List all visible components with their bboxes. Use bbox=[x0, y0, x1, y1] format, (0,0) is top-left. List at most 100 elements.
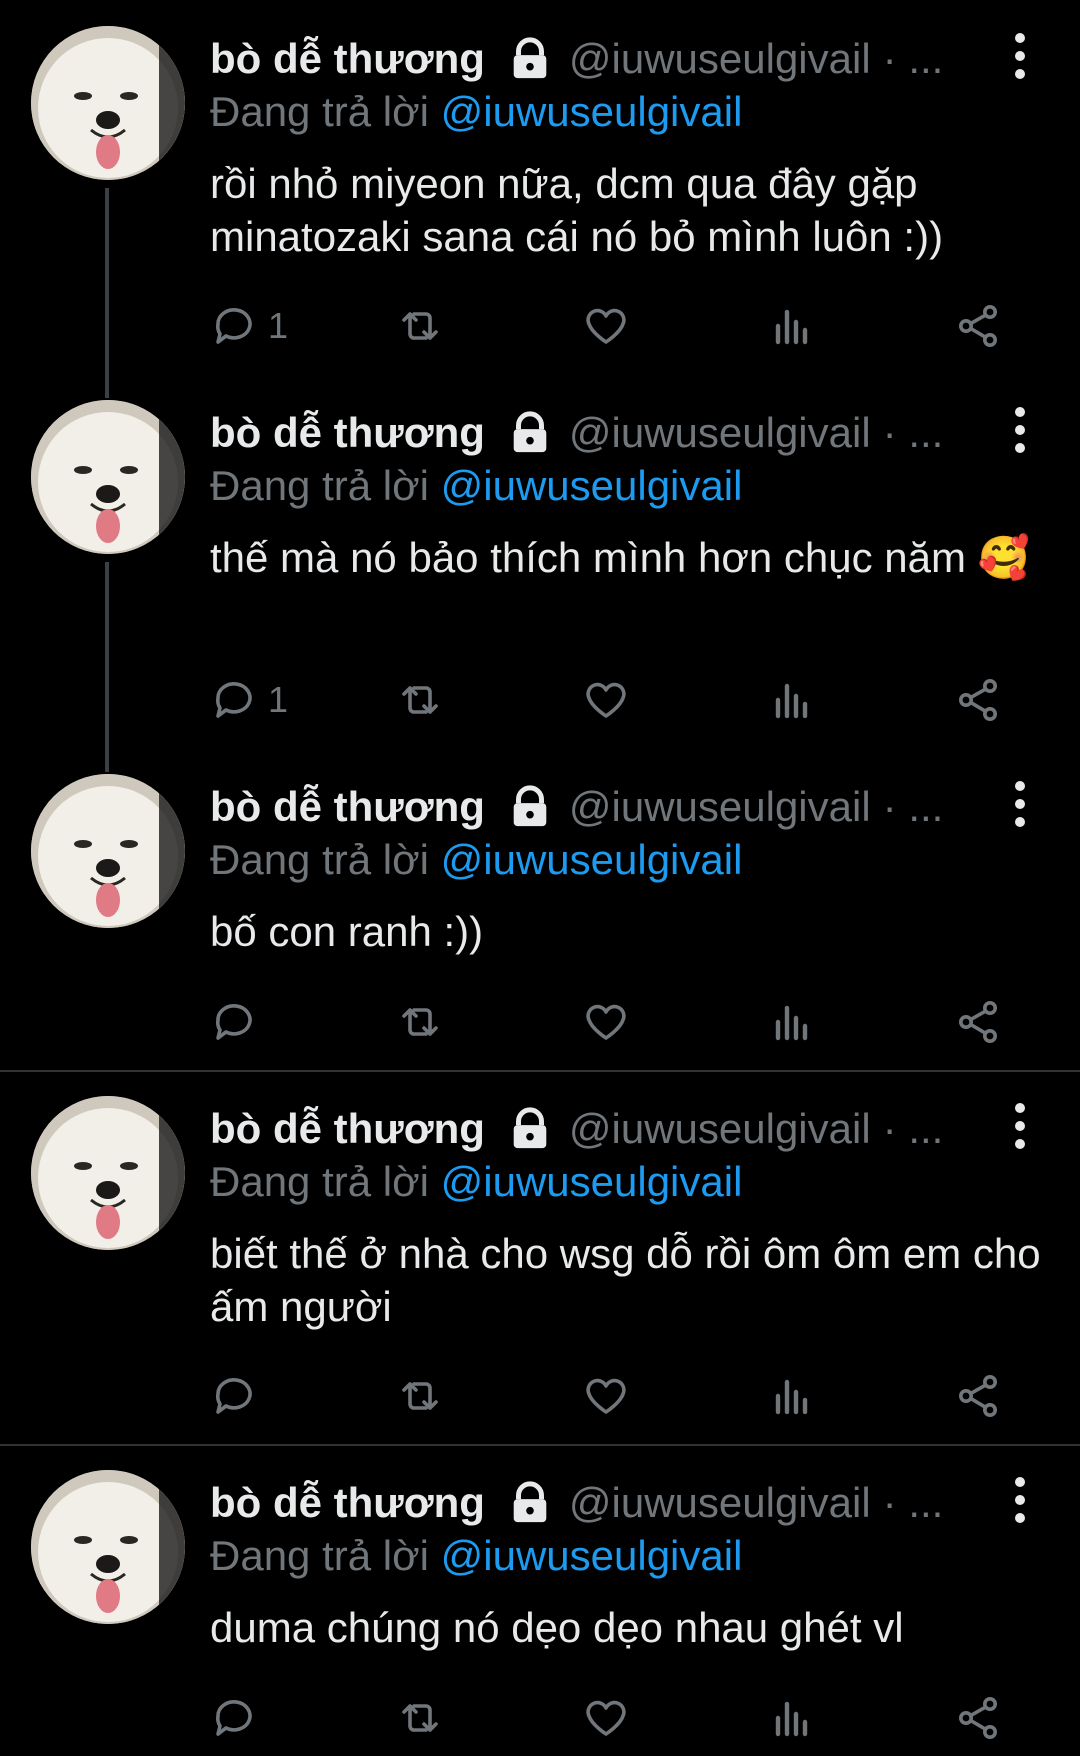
timestamp-separator: · ... bbox=[882, 783, 944, 830]
like-button[interactable] bbox=[582, 672, 630, 728]
tweet-text: biết thế ở nhà cho wsg dỗ rồi ôm ôm em c… bbox=[210, 1230, 1041, 1330]
display-name[interactable]: bò dễ thương bbox=[210, 409, 485, 457]
views-icon bbox=[775, 1701, 808, 1737]
reply-button[interactable]: 1 bbox=[210, 672, 288, 728]
like-button[interactable] bbox=[582, 1368, 630, 1424]
handle[interactable]: @iuwuseulgivail bbox=[569, 35, 871, 83]
share-button[interactable] bbox=[954, 298, 1002, 354]
views-icon bbox=[775, 683, 808, 719]
replying-to: Đang trả lời @iuwuseulgivail bbox=[210, 836, 742, 884]
lock-icon bbox=[513, 37, 547, 79]
replying-mention[interactable]: @iuwuseulgivail bbox=[441, 1158, 743, 1205]
tweet-header: bò dễ thương @iuwuseulgivail · ... bbox=[210, 1100, 1040, 1158]
reply-count: 1 bbox=[268, 305, 289, 346]
replying-prefix: Đang trả lời bbox=[210, 462, 429, 509]
handle[interactable]: @iuwuseulgivail bbox=[569, 1105, 871, 1153]
share-button[interactable] bbox=[954, 672, 1002, 728]
like-icon bbox=[586, 1378, 626, 1414]
retweet-button[interactable] bbox=[396, 994, 444, 1050]
divider bbox=[0, 1070, 1080, 1072]
share-button[interactable] bbox=[954, 1690, 1002, 1746]
lock-icon bbox=[513, 1481, 547, 1523]
replying-prefix: Đang trả lời bbox=[210, 88, 429, 135]
more-vertical-icon[interactable] bbox=[1008, 1474, 1032, 1526]
avatar[interactable] bbox=[31, 774, 185, 928]
reply-icon bbox=[215, 682, 252, 718]
tweet-header: bò dễ thương @iuwuseulgivail · ... bbox=[210, 30, 1040, 88]
like-icon bbox=[586, 1004, 626, 1040]
views-button[interactable] bbox=[768, 298, 816, 354]
reply-button[interactable] bbox=[210, 1690, 268, 1746]
avatar-samoyed bbox=[31, 1470, 185, 1624]
display-name[interactable]: bò dễ thương bbox=[210, 1479, 485, 1527]
display-name[interactable]: bò dễ thương bbox=[210, 1105, 485, 1153]
like-icon bbox=[586, 1700, 626, 1736]
like-icon bbox=[586, 682, 626, 718]
replying-mention[interactable]: @iuwuseulgivail bbox=[441, 836, 743, 883]
lock-icon bbox=[513, 411, 547, 453]
reply-button[interactable]: 1 bbox=[210, 298, 288, 354]
retweet-icon bbox=[402, 1382, 438, 1410]
tweet-text: rồi nhỏ miyeon nữa, dcm qua đây gặp mina… bbox=[210, 160, 944, 260]
timestamp-separator: · ... bbox=[882, 409, 944, 456]
reply-button[interactable] bbox=[210, 994, 268, 1050]
retweet-icon bbox=[402, 312, 438, 340]
replying-to: Đang trả lời @iuwuseulgivail bbox=[210, 462, 742, 510]
retweet-button[interactable] bbox=[396, 1368, 444, 1424]
retweet-button[interactable] bbox=[396, 1690, 444, 1746]
thread-line bbox=[105, 188, 109, 398]
share-button[interactable] bbox=[954, 994, 1002, 1050]
views-button[interactable] bbox=[768, 994, 816, 1050]
views-button[interactable] bbox=[768, 1368, 816, 1424]
lock-icon bbox=[513, 1107, 547, 1149]
more-vertical-icon[interactable] bbox=[1008, 404, 1032, 456]
tweet-text: duma chúng nó dẹo dẹo nhau ghét vl bbox=[210, 1604, 904, 1651]
views-button[interactable] bbox=[768, 672, 816, 728]
like-button[interactable] bbox=[582, 994, 630, 1050]
action-bar bbox=[210, 1368, 1010, 1424]
timestamp-separator: · ... bbox=[882, 1479, 944, 1526]
views-button[interactable] bbox=[768, 1690, 816, 1746]
avatar[interactable] bbox=[31, 1470, 185, 1624]
replying-prefix: Đang trả lời bbox=[210, 1532, 429, 1579]
more-vertical-icon[interactable] bbox=[1008, 1100, 1032, 1152]
tweet-header: bò dễ thương @iuwuseulgivail · ... bbox=[210, 778, 1040, 836]
action-bar: 1 bbox=[210, 672, 1010, 728]
retweet-icon bbox=[402, 1704, 438, 1732]
retweet-icon bbox=[402, 1008, 438, 1036]
retweet-button[interactable] bbox=[396, 298, 444, 354]
replying-mention[interactable]: @iuwuseulgivail bbox=[441, 462, 743, 509]
handle[interactable]: @iuwuseulgivail bbox=[569, 783, 871, 831]
replying-mention[interactable]: @iuwuseulgivail bbox=[441, 88, 743, 135]
avatar[interactable] bbox=[31, 26, 185, 180]
tweet-header: bò dễ thương @iuwuseulgivail · ... bbox=[210, 404, 1040, 462]
avatar[interactable] bbox=[31, 1096, 185, 1250]
retweet-button[interactable] bbox=[396, 672, 444, 728]
avatar-samoyed bbox=[31, 26, 185, 180]
share-icon bbox=[959, 1001, 997, 1043]
like-button[interactable] bbox=[582, 298, 630, 354]
avatar-samoyed bbox=[31, 1096, 185, 1250]
more-vertical-icon[interactable] bbox=[1008, 778, 1032, 830]
views-icon bbox=[775, 1005, 808, 1041]
share-button[interactable] bbox=[954, 1368, 1002, 1424]
more-vertical-icon[interactable] bbox=[1008, 30, 1032, 82]
display-name[interactable]: bò dễ thương bbox=[210, 783, 485, 831]
thread-line bbox=[105, 562, 109, 772]
replying-prefix: Đang trả lời bbox=[210, 836, 429, 883]
avatar[interactable] bbox=[31, 400, 185, 554]
reply-icon bbox=[215, 1004, 252, 1040]
replying-to: Đang trả lời @iuwuseulgivail bbox=[210, 88, 742, 136]
action-bar bbox=[210, 1690, 1010, 1746]
like-button[interactable] bbox=[582, 1690, 630, 1746]
display-name[interactable]: bò dễ thương bbox=[210, 35, 485, 83]
share-icon bbox=[959, 679, 997, 721]
replying-to: Đang trả lời @iuwuseulgivail bbox=[210, 1532, 742, 1580]
reply-icon bbox=[215, 1378, 252, 1414]
handle[interactable]: @iuwuseulgivail bbox=[569, 1479, 871, 1527]
handle[interactable]: @iuwuseulgivail bbox=[569, 409, 871, 457]
action-bar: 1 bbox=[210, 298, 1010, 354]
tweet-header: bò dễ thương @iuwuseulgivail · ... bbox=[210, 1474, 1040, 1532]
replying-mention[interactable]: @iuwuseulgivail bbox=[441, 1532, 743, 1579]
reply-button[interactable] bbox=[210, 1368, 268, 1424]
